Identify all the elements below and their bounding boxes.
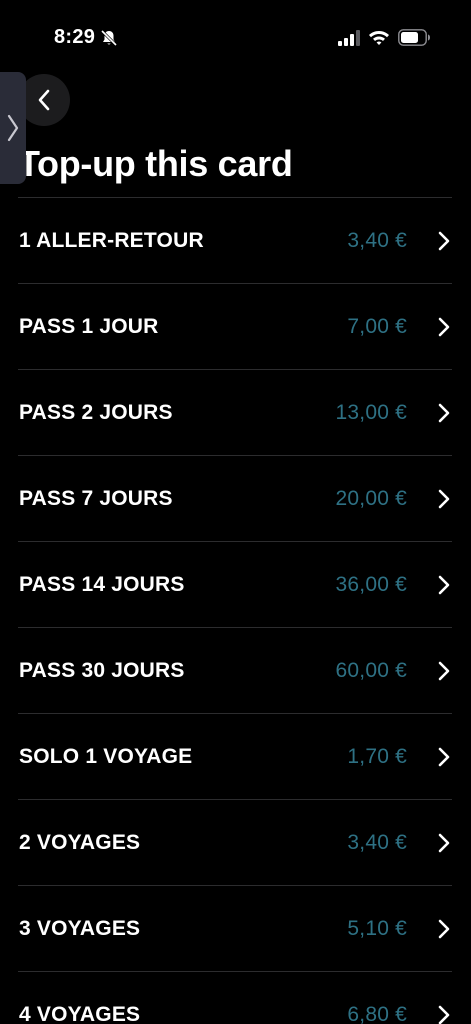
chevron-right-icon bbox=[438, 317, 450, 336]
chevron-right-icon bbox=[7, 114, 19, 142]
list-item[interactable]: 3 VOYAGES 5,10 € bbox=[18, 885, 452, 971]
chevron-right-icon bbox=[438, 1005, 450, 1024]
list-item[interactable]: SOLO 1 VOYAGE 1,70 € bbox=[18, 713, 452, 799]
status-bar: 8:29 bbox=[0, 0, 471, 76]
item-price: 20,00 € bbox=[335, 486, 407, 510]
wifi-icon bbox=[369, 31, 389, 45]
page-title: Top-up this card bbox=[18, 143, 293, 184]
signal-icon bbox=[338, 30, 360, 46]
list-item[interactable]: 4 VOYAGES 6,80 € bbox=[18, 971, 452, 1024]
list-item[interactable]: PASS 30 JOURS 60,00 € bbox=[18, 627, 452, 713]
list-item[interactable]: PASS 1 JOUR 7,00 € bbox=[18, 283, 452, 369]
chevron-right-icon bbox=[438, 833, 450, 852]
bell-off-icon bbox=[100, 29, 118, 47]
item-label: PASS 1 JOUR bbox=[19, 314, 159, 338]
list-item[interactable]: PASS 2 JOURS 13,00 € bbox=[18, 369, 452, 455]
chevron-right-icon bbox=[438, 747, 450, 766]
list-item[interactable]: 2 VOYAGES 3,40 € bbox=[18, 799, 452, 885]
item-label: PASS 14 JOURS bbox=[19, 572, 185, 596]
item-price: 5,10 € bbox=[347, 916, 407, 940]
chevron-right-icon bbox=[438, 231, 450, 250]
screen: 8:29 Top-up this card 1 ALLER-RETOUR 3,4… bbox=[0, 0, 471, 1024]
side-panel-handle[interactable] bbox=[0, 72, 26, 184]
list-item[interactable]: PASS 7 JOURS 20,00 € bbox=[18, 455, 452, 541]
item-price: 7,00 € bbox=[347, 314, 407, 338]
item-label: 2 VOYAGES bbox=[19, 830, 141, 854]
chevron-right-icon bbox=[438, 919, 450, 938]
chevron-right-icon bbox=[438, 575, 450, 594]
item-label: 1 ALLER-RETOUR bbox=[19, 228, 204, 252]
item-price: 1,70 € bbox=[347, 744, 407, 768]
item-price: 60,00 € bbox=[335, 658, 407, 682]
chevron-left-icon bbox=[38, 89, 50, 111]
chevron-right-icon bbox=[438, 403, 450, 422]
item-price: 13,00 € bbox=[335, 400, 407, 424]
list-item[interactable]: 1 ALLER-RETOUR 3,40 € bbox=[18, 197, 452, 283]
battery-icon bbox=[398, 29, 430, 46]
item-label: PASS 30 JOURS bbox=[19, 658, 185, 682]
chevron-right-icon bbox=[438, 661, 450, 680]
product-list: 1 ALLER-RETOUR 3,40 € PASS 1 JOUR 7,00 €… bbox=[18, 197, 452, 1024]
item-label: 4 VOYAGES bbox=[19, 1002, 141, 1024]
status-time: 8:29 bbox=[54, 26, 96, 48]
item-price: 6,80 € bbox=[347, 1002, 407, 1024]
item-label: SOLO 1 VOYAGE bbox=[19, 744, 193, 768]
item-label: 3 VOYAGES bbox=[19, 916, 141, 940]
chevron-right-icon bbox=[438, 489, 450, 508]
list-item[interactable]: PASS 14 JOURS 36,00 € bbox=[18, 541, 452, 627]
item-price: 3,40 € bbox=[347, 830, 407, 854]
item-label: PASS 2 JOURS bbox=[19, 400, 173, 424]
item-label: PASS 7 JOURS bbox=[19, 486, 173, 510]
item-price: 36,00 € bbox=[335, 572, 407, 596]
item-price: 3,40 € bbox=[347, 228, 407, 252]
